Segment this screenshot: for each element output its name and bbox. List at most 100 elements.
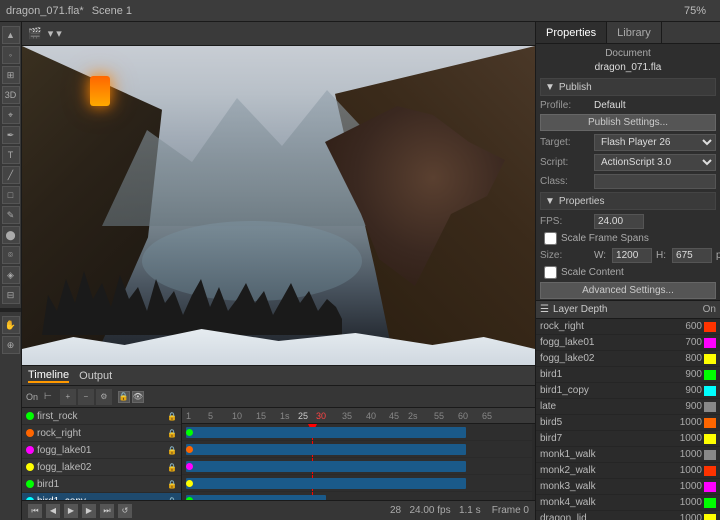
canvas-tab-label: ▾ ▾: [48, 27, 62, 40]
depth-row[interactable]: monk2_walk 1000: [536, 463, 720, 479]
keyframe-dot: [186, 446, 193, 453]
layer-row[interactable]: fogg_lake01 🔒: [22, 442, 181, 459]
layer-color-dot: [26, 429, 34, 437]
output-tab[interactable]: Output: [79, 370, 112, 382]
depth-color-swatch: [704, 322, 716, 332]
tool-hand[interactable]: ✋: [2, 316, 20, 334]
delete-layer-btn[interactable]: −: [78, 389, 94, 405]
bottom-panels: Timeline Output On ⊢ + − ⚙ 🔒 👁 firs: [22, 365, 535, 520]
next-keyframe-btn[interactable]: ⏭: [100, 504, 114, 518]
depth-row[interactable]: bird1 900: [536, 367, 720, 383]
tool-text[interactable]: T: [2, 146, 20, 164]
depth-row[interactable]: monk4_walk 1000: [536, 495, 720, 511]
tool-eyedropper[interactable]: ◈: [2, 266, 20, 284]
next-frame-btn[interactable]: ▶: [82, 504, 96, 518]
tool-lasso[interactable]: ⌖: [2, 106, 20, 124]
layer-color-dot: [26, 412, 34, 420]
properties-tab[interactable]: Properties: [536, 22, 607, 43]
depth-row[interactable]: bird5 1000: [536, 415, 720, 431]
publish-section-header[interactable]: ▼ Publish: [540, 78, 716, 96]
depth-number: 1000: [667, 449, 702, 460]
depth-row[interactable]: bird1_copy 900: [536, 383, 720, 399]
depth-row[interactable]: dragon_lid 1000: [536, 511, 720, 520]
tool-zoom[interactable]: ⊕: [2, 336, 20, 354]
prev-frame-btn[interactable]: ◀: [46, 504, 60, 518]
keyframe-dot: [186, 480, 193, 487]
prev-keyframe-btn[interactable]: ⏮: [28, 504, 42, 518]
depth-layer-name: fogg_lake02: [540, 353, 665, 364]
tool-pen[interactable]: ✒: [2, 126, 20, 144]
depth-row[interactable]: fogg_lake01 700: [536, 335, 720, 351]
profile-label: Profile:: [540, 100, 590, 111]
timeline-body: first_rock 🔒 rock_right 🔒 fogg_lake01 🔒: [22, 408, 535, 500]
lock-all-btn[interactable]: 🔒: [118, 391, 130, 403]
tool-free-transform[interactable]: ⊞: [2, 66, 20, 84]
keyframe-dot: [186, 429, 193, 436]
scale-frames-checkbox[interactable]: [544, 232, 557, 245]
on-label-depth: On: [703, 304, 716, 315]
width-input[interactable]: [612, 248, 652, 263]
script-select[interactable]: ActionScript 3.0: [594, 154, 716, 171]
filename-label: dragon_071.fla*: [6, 5, 84, 17]
scene-label: Scene 1: [92, 5, 132, 17]
ruler-mark: 2s: [408, 411, 418, 421]
depth-color-swatch: [704, 514, 716, 520]
depth-row[interactable]: monk3_walk 1000: [536, 479, 720, 495]
publish-settings-btn[interactable]: Publish Settings...: [540, 114, 716, 131]
frame-row: [182, 441, 532, 458]
depth-number: 1000: [667, 465, 702, 476]
tool-select[interactable]: ▲: [2, 26, 20, 44]
ruler-mark: 15: [256, 411, 266, 421]
height-input[interactable]: [672, 248, 712, 263]
ruler-mark: 30: [316, 411, 326, 421]
tool-subselect[interactable]: ◦: [2, 46, 20, 64]
tool-3d[interactable]: 3D: [2, 86, 20, 104]
depth-layer-name: bird5: [540, 417, 665, 428]
target-select[interactable]: Flash Player 26: [594, 134, 716, 151]
timeline-tab[interactable]: Timeline: [28, 369, 69, 383]
class-input[interactable]: [594, 174, 716, 189]
scale-content-checkbox[interactable]: [544, 266, 557, 279]
layer-props-btn[interactable]: ⚙: [96, 389, 112, 405]
fps-input[interactable]: [594, 214, 644, 229]
depth-layer-name: bird1_copy: [540, 385, 665, 396]
loop-btn[interactable]: ↺: [118, 504, 132, 518]
layer-row[interactable]: bird1_copy 🔒: [22, 493, 181, 500]
layer-row[interactable]: bird1 🔒: [22, 476, 181, 493]
timeline-frames-area[interactable]: 1 5 10 15 1s 25 30 35 40 45 2s 55 60 65: [182, 408, 535, 500]
frame-row: [182, 424, 532, 441]
depth-number: 700: [667, 337, 702, 348]
depth-row[interactable]: monk1_walk 1000: [536, 447, 720, 463]
layer-depth-body: rock_right 600 fogg_lake01 700 fogg_lake…: [536, 319, 720, 520]
layer-row[interactable]: first_rock 🔒: [22, 408, 181, 425]
depth-number: 900: [667, 369, 702, 380]
lock-icon: 🔒: [167, 480, 177, 489]
collapse-icon-2: ▼: [545, 196, 555, 207]
document-filename: dragon_071.fla: [540, 62, 716, 73]
zoom-level[interactable]: 75%: [684, 5, 706, 17]
advanced-settings-btn[interactable]: Advanced Settings...: [540, 282, 716, 299]
depth-row[interactable]: fogg_lake02 800: [536, 351, 720, 367]
depth-row[interactable]: bird7 1000: [536, 431, 720, 447]
library-tab[interactable]: Library: [607, 22, 662, 43]
tool-rect[interactable]: □: [2, 186, 20, 204]
tool-eraser[interactable]: ⊟: [2, 286, 20, 304]
tool-pencil[interactable]: ✎: [2, 206, 20, 224]
tool-line[interactable]: ╱: [2, 166, 20, 184]
scene-lake: [142, 221, 362, 301]
scale-frames-row: Scale Frame Spans: [540, 232, 716, 245]
tool-brush[interactable]: ⬤: [2, 226, 20, 244]
depth-layer-name: monk2_walk: [540, 465, 665, 476]
add-layer-btn[interactable]: +: [60, 389, 76, 405]
depth-layer-name: dragon_lid: [540, 513, 665, 520]
properties-section-header[interactable]: ▼ Properties: [540, 192, 716, 210]
layer-row[interactable]: rock_right 🔒: [22, 425, 181, 442]
center-area: 🎬 ▾ ▾ Timeline Output On ⊢: [22, 22, 535, 520]
depth-row[interactable]: rock_right 600: [536, 319, 720, 335]
depth-color-swatch: [704, 450, 716, 460]
depth-row[interactable]: late 900: [536, 399, 720, 415]
hide-all-btn[interactable]: 👁: [132, 391, 144, 403]
layer-row[interactable]: fogg_lake02 🔒: [22, 459, 181, 476]
play-btn[interactable]: ▶: [64, 504, 78, 518]
tool-paint-bucket[interactable]: ⌾: [2, 246, 20, 264]
